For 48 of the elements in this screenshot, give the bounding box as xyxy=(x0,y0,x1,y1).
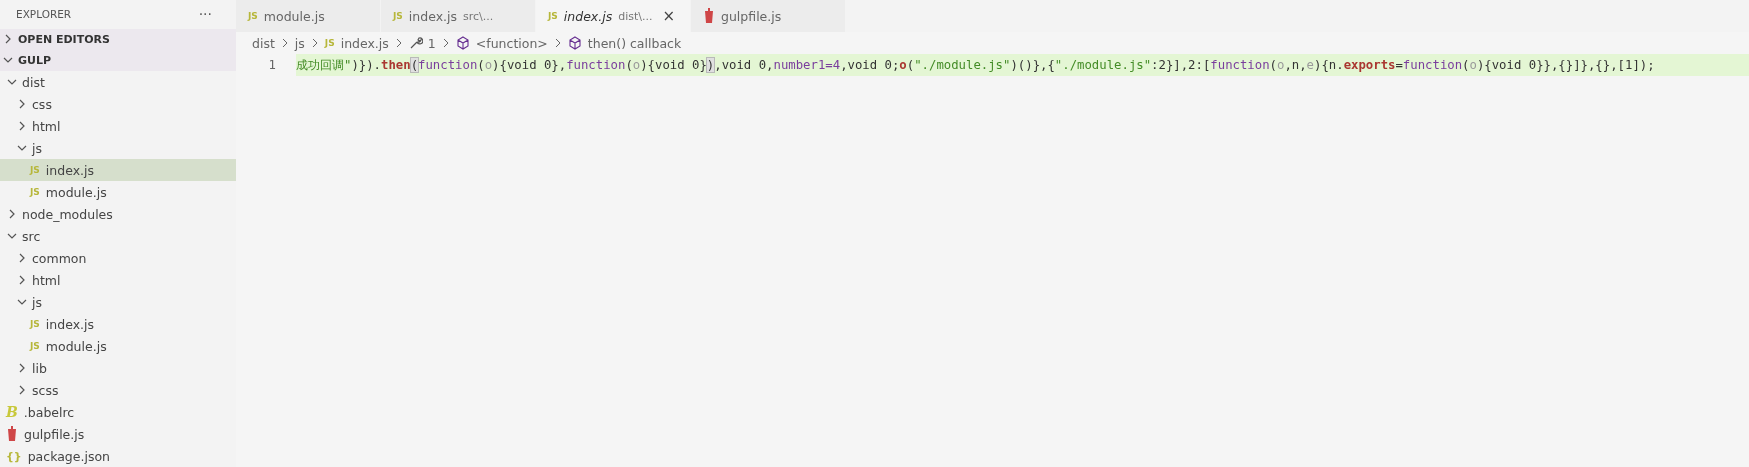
breadcrumb-item[interactable]: dist xyxy=(252,35,275,51)
js-icon: JS xyxy=(30,319,40,329)
tree-row[interactable]: {} package.json xyxy=(0,445,236,467)
cube-icon xyxy=(455,36,470,50)
tree-row[interactable]: src xyxy=(0,225,236,247)
selected-tree-row[interactable]: JS index.js xyxy=(0,159,236,181)
line-number: 1 xyxy=(267,58,277,72)
js-icon: JS xyxy=(393,11,403,21)
braces-icon: {} xyxy=(6,449,22,463)
breadcrumb-item[interactable]: JS index.js xyxy=(324,35,389,51)
more-actions-button[interactable]: ··· xyxy=(198,6,212,23)
tree-row[interactable]: gulpfile.js xyxy=(0,423,236,445)
tree-row[interactable]: js xyxy=(0,137,236,159)
tree-row[interactable]: html xyxy=(0,269,236,291)
tree-row[interactable]: JS module.js xyxy=(0,181,236,203)
js-icon: JS xyxy=(548,11,558,21)
tree-row[interactable]: JS index.js xyxy=(0,313,236,335)
tree-row[interactable]: node_modules xyxy=(0,203,236,225)
breadcrumb-item[interactable]: then() callback xyxy=(567,35,682,51)
tree-row[interactable]: lib xyxy=(0,357,236,379)
section-header[interactable]: GULP xyxy=(0,49,236,71)
tree-row[interactable]: scss xyxy=(0,379,236,401)
wrench-icon xyxy=(408,36,423,50)
tree-row[interactable]: dist xyxy=(0,71,236,93)
tree-row[interactable]: JS module.js xyxy=(0,335,236,357)
tree-row[interactable]: common xyxy=(0,247,236,269)
babel-icon: B xyxy=(6,404,18,420)
explorer-title: EXPLORER xyxy=(16,8,72,21)
cube-icon xyxy=(567,36,582,50)
breadcrumb-item[interactable]: js xyxy=(294,35,305,51)
js-icon: JS xyxy=(248,11,258,21)
section-header[interactable]: OPEN EDITORS xyxy=(0,28,236,50)
close-icon[interactable]: × xyxy=(662,7,676,25)
cup-icon xyxy=(703,8,715,24)
tree-row[interactable]: js xyxy=(0,291,236,313)
editor-tab[interactable]: gulpfile.js xyxy=(691,0,846,32)
js-icon: JS xyxy=(324,38,335,48)
editor-tab[interactable]: JS index.js src\... xyxy=(381,0,536,32)
js-icon: JS xyxy=(30,341,40,351)
editor-tab[interactable]: JS module.js xyxy=(236,0,381,32)
cup-icon xyxy=(6,426,18,442)
tree-row[interactable]: B .babelrc xyxy=(0,401,236,423)
js-icon: JS xyxy=(30,165,40,175)
js-icon: JS xyxy=(30,187,40,197)
tree-row[interactable]: html xyxy=(0,115,236,137)
breadcrumb-item[interactable]: <function> xyxy=(455,35,548,51)
tree-row[interactable]: css xyxy=(0,93,236,115)
breadcrumb-item[interactable]: 1 xyxy=(408,35,436,51)
